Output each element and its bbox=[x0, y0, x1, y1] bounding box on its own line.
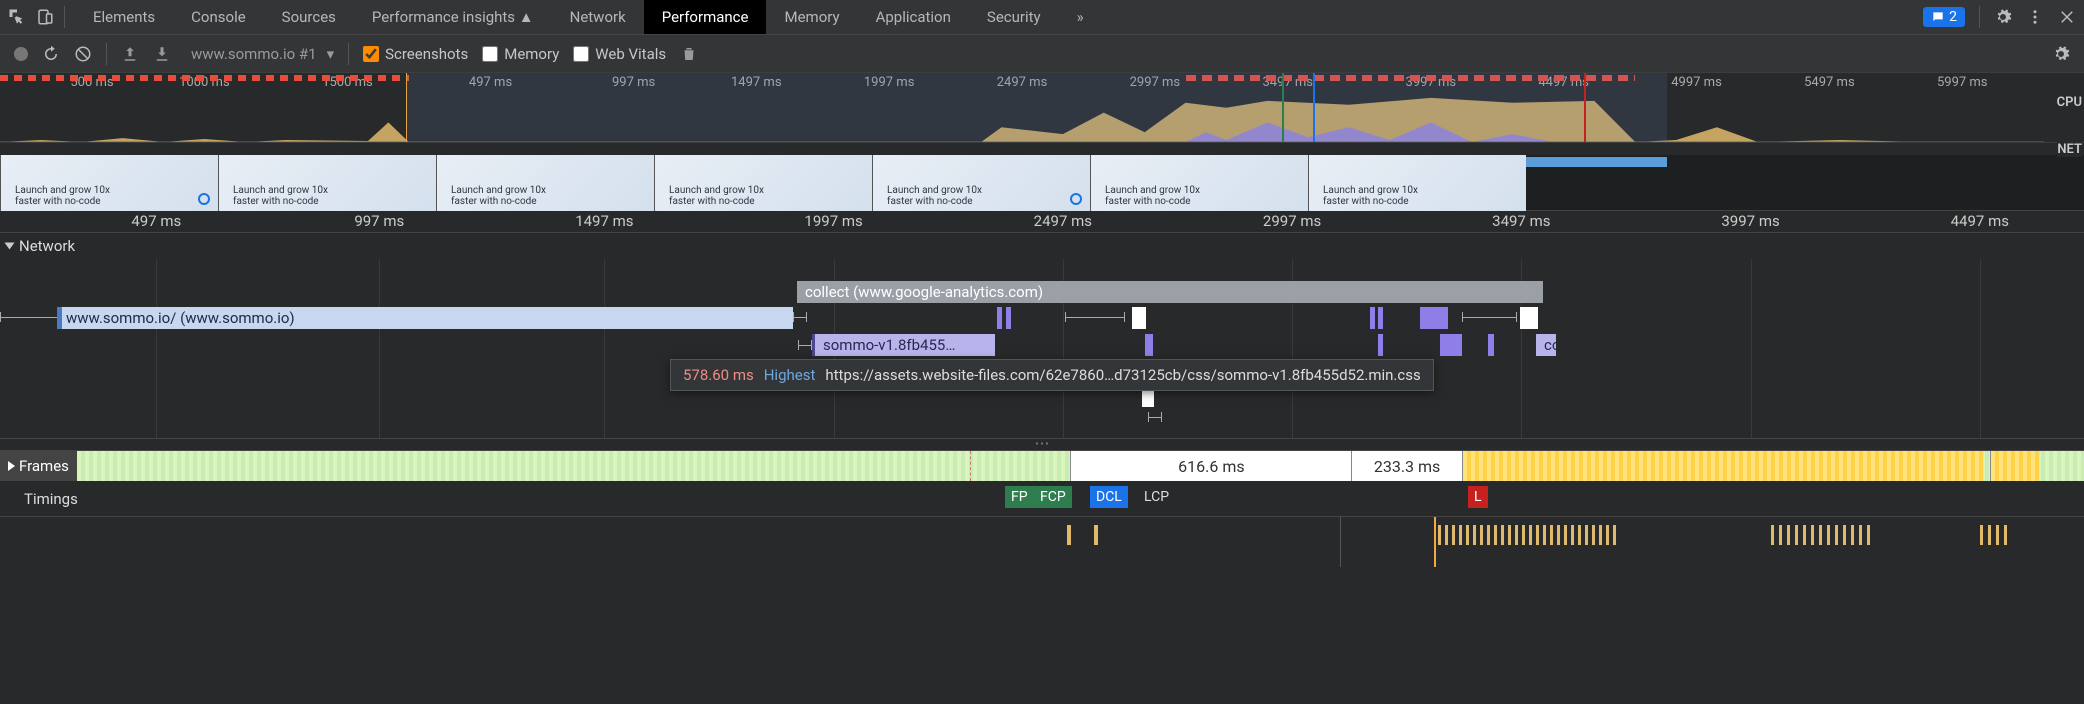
network-track[interactable]: www.sommo.io/ (www.sommo.io) collect (ww… bbox=[0, 259, 2084, 439]
timings-track[interactable]: Timings FP FCP DCL LCP L bbox=[0, 481, 2084, 517]
memory-checkbox[interactable]: Memory bbox=[482, 45, 559, 63]
film-frame[interactable] bbox=[218, 155, 436, 211]
timing-dcl[interactable]: DCL bbox=[1090, 486, 1128, 508]
frames-label[interactable]: Frames bbox=[0, 451, 77, 481]
tab-perf-insights[interactable]: Performance insights ▲ bbox=[354, 0, 552, 34]
device-icon[interactable] bbox=[36, 8, 54, 26]
chevron-down-icon: ▾ bbox=[327, 45, 335, 63]
timing-fcp[interactable]: FCP bbox=[1034, 486, 1072, 508]
tooltip-priority: Highest bbox=[764, 366, 816, 384]
network-item-collect[interactable]: collect (www.google-analytics.com) bbox=[797, 281, 1543, 303]
tooltip-time: 578.60 ms bbox=[683, 366, 754, 384]
track-resizer[interactable]: ⋯ bbox=[0, 439, 2084, 451]
film-frame[interactable] bbox=[872, 155, 1090, 211]
webvitals-checkbox[interactable]: Web Vitals bbox=[573, 45, 666, 63]
frame-segment[interactable]: 233.3 ms bbox=[1351, 451, 1461, 481]
timing-l[interactable]: L bbox=[1468, 486, 1488, 508]
overview-selection[interactable] bbox=[406, 73, 1667, 142]
network-item-css[interactable]: sommo-v1.8fb455… bbox=[812, 334, 995, 356]
tab-list: Elements Console Sources Performance ins… bbox=[75, 0, 1102, 34]
filmstrip[interactable] bbox=[0, 155, 2084, 211]
tab-sources[interactable]: Sources bbox=[264, 0, 354, 34]
net-label: NET bbox=[2057, 142, 2082, 157]
trash-icon[interactable] bbox=[680, 45, 698, 63]
film-frame[interactable] bbox=[654, 155, 872, 211]
tab-application[interactable]: Application bbox=[858, 0, 969, 34]
ov-tick: 5497 ms bbox=[1804, 75, 1855, 90]
tab-more[interactable]: » bbox=[1059, 0, 1102, 34]
inspect-icon[interactable] bbox=[8, 8, 26, 26]
timing-fp[interactable]: FP bbox=[1005, 486, 1034, 508]
disclosure-icon bbox=[5, 243, 15, 250]
frame-segment[interactable] bbox=[1990, 451, 2040, 481]
perf-toolbar: www.sommo.io #1 ▾ Screenshots Memory Web… bbox=[0, 35, 2084, 73]
timings-label: Timings bbox=[0, 490, 120, 508]
timing-lcp[interactable]: LCP bbox=[1138, 486, 1175, 508]
download-icon[interactable] bbox=[153, 45, 171, 63]
close-icon[interactable] bbox=[2058, 8, 2076, 26]
upload-icon[interactable] bbox=[121, 45, 139, 63]
record-button[interactable] bbox=[14, 47, 28, 61]
network-track-header[interactable]: Network bbox=[0, 233, 2084, 259]
frames-track[interactable]: Frames 616.6 ms 233.3 ms bbox=[0, 451, 2084, 481]
ov-tick: 4997 ms bbox=[1671, 75, 1722, 90]
frame-segment[interactable]: 616.6 ms bbox=[1070, 451, 1351, 481]
network-tooltip: 578.60 ms Highest https://assets.website… bbox=[670, 359, 1434, 391]
tab-elements[interactable]: Elements bbox=[75, 0, 173, 34]
network-item-co[interactable]: co bbox=[1536, 334, 1556, 356]
disclosure-icon bbox=[8, 461, 15, 471]
main-track-area[interactable] bbox=[0, 517, 2084, 567]
detail-ruler[interactable]: 497 ms 997 ms 1497 ms 1997 ms 2497 ms 29… bbox=[0, 211, 2084, 233]
profile-name: www.sommo.io #1 bbox=[185, 45, 323, 63]
issues-badge[interactable]: 2 bbox=[1923, 7, 1965, 27]
kebab-icon[interactable] bbox=[2026, 8, 2044, 26]
film-frame[interactable] bbox=[436, 155, 654, 211]
devtools-tabbar: Elements Console Sources Performance ins… bbox=[0, 0, 2084, 35]
tab-performance[interactable]: Performance bbox=[644, 0, 767, 34]
tab-memory[interactable]: Memory bbox=[766, 0, 857, 34]
tab-console[interactable]: Console bbox=[173, 0, 264, 34]
clear-icon[interactable] bbox=[74, 45, 92, 63]
network-label: Network bbox=[19, 237, 75, 255]
film-frame[interactable] bbox=[1090, 155, 1308, 211]
tab-network[interactable]: Network bbox=[552, 0, 644, 34]
tooltip-url: https://assets.website-files.com/62e7860… bbox=[825, 366, 1420, 384]
overview-ruler[interactable]: 500 ms 1000 ms 1500 ms 497 ms 997 ms 149… bbox=[0, 73, 2084, 143]
film-frame[interactable] bbox=[0, 155, 218, 211]
reload-icon[interactable] bbox=[42, 45, 60, 63]
frame-segment[interactable] bbox=[1462, 451, 1984, 481]
settings-icon[interactable] bbox=[1994, 8, 2012, 26]
gear-icon[interactable] bbox=[2052, 45, 2070, 63]
issues-count: 2 bbox=[1949, 9, 1957, 25]
screenshots-checkbox[interactable]: Screenshots bbox=[363, 45, 468, 63]
network-item-doc[interactable]: www.sommo.io/ (www.sommo.io) bbox=[58, 307, 793, 329]
cpu-label: CPU bbox=[2057, 95, 2082, 110]
film-frame[interactable] bbox=[1308, 155, 1526, 211]
ov-tick: 5997 ms bbox=[1937, 75, 1988, 90]
profile-dropdown[interactable]: www.sommo.io #1 ▾ bbox=[185, 45, 334, 63]
tab-security[interactable]: Security bbox=[969, 0, 1059, 34]
